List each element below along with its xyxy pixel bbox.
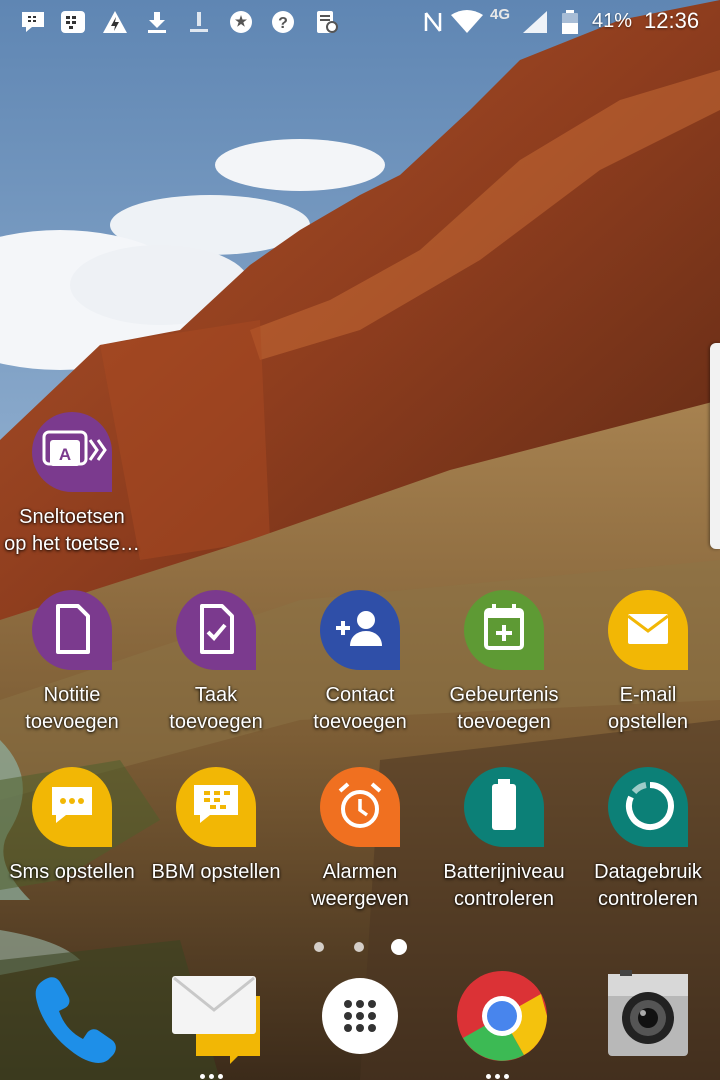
page-dot[interactable] <box>314 942 324 952</box>
phone-app[interactable] <box>24 966 124 1066</box>
svg-text:?: ? <box>278 15 288 32</box>
task-icon <box>176 590 256 670</box>
shortcut-label: Sneltoetsen op het toetse… <box>4 506 140 555</box>
battery-icon <box>562 10 578 34</box>
accessibility-icon <box>230 11 252 33</box>
power-saver-icon <box>103 11 127 33</box>
shortcut-label: Batterijniveau controleren <box>443 861 565 910</box>
app-drawer[interactable] <box>310 966 410 1066</box>
sms-icon <box>32 767 112 847</box>
shortcut-label: Taak toevoegen <box>169 684 263 733</box>
wifi-icon <box>451 10 483 33</box>
page-dot[interactable] <box>354 942 364 952</box>
email-icon <box>608 590 688 670</box>
bbm-icon <box>176 767 256 847</box>
chrome-app[interactable] <box>452 966 552 1066</box>
battery-percent: 41% <box>592 10 633 32</box>
chrome-icon <box>457 971 547 1061</box>
page-dot-active[interactable] <box>391 939 407 955</box>
shortcut-label: Datagebruik controleren <box>594 861 702 910</box>
phone-icon <box>35 977 116 1063</box>
status-bar[interactable]: ? 4G 41% 12:36 <box>0 0 720 44</box>
signal-icon <box>523 11 547 33</box>
shortcut-label: BBM opstellen <box>151 861 281 883</box>
clock: 12:36 <box>644 8 700 33</box>
productivity-tab-handle[interactable] <box>710 343 720 549</box>
shortcut-label: Notitie toevoegen <box>25 684 119 733</box>
app-drawer-icon <box>322 978 398 1054</box>
blackberry-hub-icon <box>61 11 85 33</box>
camera-app[interactable] <box>598 966 698 1066</box>
camera-icon <box>608 970 688 1056</box>
svg-text:A: A <box>59 445 71 464</box>
help-icon: ? <box>272 11 294 33</box>
keyboard-shortcuts-icon: A <box>32 412 112 492</box>
add-contact-icon <box>320 590 400 670</box>
shortcut-label: E-mail opstellen <box>607 684 689 733</box>
shortcut-label: Sms opstellen <box>9 861 135 883</box>
calendar-event-icon <box>464 590 544 670</box>
download-icon <box>148 12 166 33</box>
clipboard-icon <box>317 11 338 33</box>
note-icon <box>32 590 112 670</box>
shortcut-label: Gebeurtenis toevoegen <box>449 684 559 733</box>
network-type-label: 4G <box>490 6 511 23</box>
shortcut-label: Alarmen weergeven <box>311 861 409 910</box>
envelope-icon <box>172 976 260 1064</box>
page-indicator[interactable] <box>0 938 720 956</box>
nfc-icon <box>424 12 442 32</box>
hub-more-dots <box>198 1066 234 1079</box>
hub-app[interactable] <box>166 966 266 1066</box>
alarm-icon <box>320 767 400 847</box>
silent-icon <box>190 12 208 32</box>
data-usage-icon <box>608 767 688 847</box>
shortcut-label: Contact toevoegen <box>313 684 407 733</box>
battery-level-icon <box>464 767 544 847</box>
bbm-notification-icon <box>22 12 44 32</box>
chrome-more-dots <box>484 1066 520 1079</box>
